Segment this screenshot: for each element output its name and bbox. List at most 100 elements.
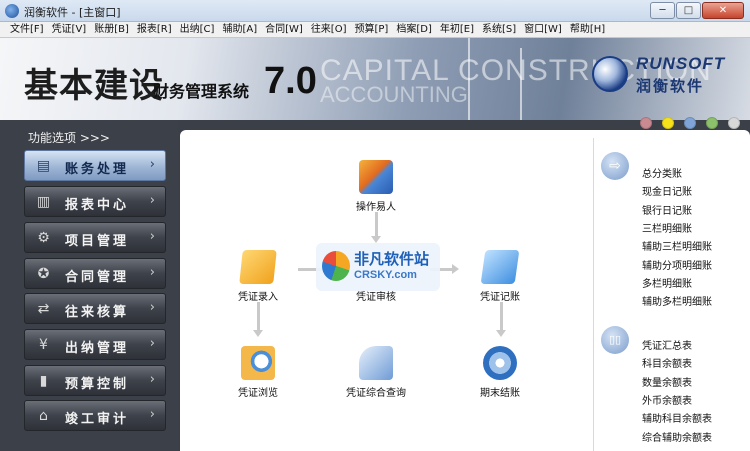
ledger-link[interactable]: 三栏明细账: [642, 220, 692, 235]
flow-voucher-query-label: 凭证综合查询: [346, 388, 406, 399]
flow-voucher-browse-label: 凭证浏览: [238, 388, 278, 399]
chevron-right-icon: ›: [149, 229, 155, 244]
banner: CAPITAL CONSTRUCTION ACCOUNTING 基本建设 财务管…: [0, 38, 750, 120]
flow-arrow-head: [371, 236, 381, 243]
sidebar-item-accounting[interactable]: ▤ 账务处理 ›: [24, 150, 166, 181]
chevron-right-icon: ›: [149, 265, 155, 280]
flow-period-close[interactable]: 期末结账: [460, 346, 540, 399]
flow-voucher-entry[interactable]: 凭证录入: [218, 250, 298, 303]
close-button[interactable]: ✕: [702, 2, 744, 19]
menu-auxiliary[interactable]: 辅助[A]: [218, 22, 261, 37]
menu-year-start[interactable]: 年初[E]: [436, 22, 478, 37]
flow-voucher-post-label: 凭证记账: [480, 292, 520, 303]
sidebar-item-label: 预算控制: [65, 377, 130, 392]
sidebar-item-label: 出纳管理: [65, 341, 130, 356]
sidebar-title: 功能选项 >>>: [28, 131, 110, 145]
menu-accounts[interactable]: 往来[O]: [307, 22, 351, 37]
sidebar: 功能选项 >>> ▤ 账务处理 › ▥ 报表中心 › ⚙ 项目管理 › ✪ 合同…: [0, 120, 178, 451]
theme-dot-pink[interactable]: [640, 117, 652, 129]
flow-voucher-entry-label: 凭证录入: [238, 292, 278, 303]
site-watermark: 非凡软件站 CRSKY.com: [316, 243, 440, 291]
brand-name-cn: 润衡软件: [636, 77, 705, 95]
chevron-right-icon: ›: [149, 407, 155, 422]
report-link[interactable]: 科目余额表: [642, 355, 692, 370]
theme-switcher: [630, 117, 740, 129]
minimize-button[interactable]: ─: [650, 2, 675, 19]
voucher-entry-icon: [239, 250, 277, 284]
report-link[interactable]: 辅助科目余额表: [642, 410, 712, 425]
sidebar-item-label: 项目管理: [65, 234, 130, 249]
flow-arrow-head: [253, 330, 263, 337]
flow-period-close-label: 期末结账: [480, 388, 520, 399]
crsky-logo-icon: [322, 251, 350, 281]
menu-ledger[interactable]: 账册[B]: [90, 22, 133, 37]
chevron-right-icon: ›: [149, 372, 155, 387]
theme-dot-blue[interactable]: [684, 117, 696, 129]
ledger-link[interactable]: 银行日记账: [642, 202, 692, 217]
budget-icon: ▮: [39, 373, 51, 389]
ledger-link[interactable]: 总分类账: [642, 165, 682, 180]
period-close-icon: [483, 346, 517, 380]
flow-arrow: [257, 302, 260, 332]
sidebar-item-budget[interactable]: ▮ 预算控制 ›: [24, 365, 166, 396]
menu-file[interactable]: 文件[F]: [6, 22, 48, 37]
chevron-right-icon: ›: [149, 300, 155, 315]
window-title: 润衡软件 - [主窗口]: [24, 6, 121, 19]
sidebar-item-accounts-receivable[interactable]: ⇄ 往来核算 ›: [24, 293, 166, 324]
report-link[interactable]: 综合辅助余额表: [642, 429, 712, 444]
menu-bar: 文件[F] 凭证[V] 账册[B] 报表[R] 出纳[C] 辅助[A] 合同[W…: [0, 22, 750, 38]
menu-voucher[interactable]: 凭证[V]: [48, 22, 91, 37]
flow-arrow-head: [452, 264, 459, 274]
sidebar-item-project[interactable]: ⚙ 项目管理 ›: [24, 222, 166, 253]
flow-operator[interactable]: 操作易人: [336, 160, 416, 213]
theme-dot-green[interactable]: [706, 117, 718, 129]
ledger-link[interactable]: 辅助分项明细账: [642, 257, 712, 272]
sidebar-item-label: 合同管理: [65, 270, 130, 285]
menu-cashier[interactable]: 出纳[C]: [176, 22, 219, 37]
ledger-link[interactable]: 多栏明细账: [642, 275, 692, 290]
flow-arrow: [375, 212, 378, 238]
theme-dot-gray[interactable]: [728, 117, 740, 129]
theme-dot-yellow[interactable]: [662, 117, 674, 129]
menu-window[interactable]: 窗口[W]: [520, 22, 566, 37]
sidebar-item-label: 账务处理: [65, 162, 130, 177]
report-link[interactable]: 外币余额表: [642, 392, 692, 407]
menu-contract[interactable]: 合同[W]: [261, 22, 307, 37]
operator-icon: [359, 160, 393, 194]
watermark-en: CRSKY.com: [354, 269, 417, 281]
ledger-query-icon: ⇨: [601, 152, 629, 180]
ledger-icon: ▤: [36, 158, 54, 174]
voucher-query-icon: [359, 346, 393, 380]
runsoft-logo-icon: [592, 56, 628, 92]
sidebar-item-contract[interactable]: ✪ 合同管理 ›: [24, 258, 166, 289]
report-link[interactable]: 数量余额表: [642, 374, 692, 389]
sidebar-item-cashier[interactable]: ¥ 出纳管理 ›: [24, 329, 166, 360]
ledger-link[interactable]: 辅助多栏明细账: [642, 293, 712, 308]
flow-arrow-head: [496, 330, 506, 337]
ledger-link[interactable]: 辅助三栏明细账: [642, 238, 712, 253]
main-workspace: 操作易人 凭证录入 凭证审核 凭证记账 凭证浏览 凭证综合查询 期末结账 非凡软…: [180, 130, 750, 451]
flow-voucher-browse[interactable]: 凭证浏览: [218, 346, 298, 399]
voucher-browse-icon: [241, 346, 275, 380]
menu-report[interactable]: 报表[R]: [133, 22, 176, 37]
menu-archive[interactable]: 档案[D]: [392, 22, 436, 37]
window-controls: ─ □ ✕: [649, 2, 744, 19]
ledger-link[interactable]: 现金日记账: [642, 183, 692, 198]
banner-subtitle: 财务管理系统: [153, 82, 250, 101]
home-icon: ⌂: [39, 408, 51, 424]
title-bar: 润衡软件 - [主窗口] ─ □ ✕: [0, 0, 750, 22]
flow-voucher-post[interactable]: 凭证记账: [460, 250, 540, 303]
menu-system[interactable]: 系统[S]: [478, 22, 520, 37]
maximize-button[interactable]: □: [676, 2, 701, 19]
menu-help[interactable]: 帮助[H]: [566, 22, 609, 37]
flow-arrow: [500, 302, 503, 332]
flow-voucher-query[interactable]: 凭证综合查询: [336, 346, 416, 399]
watermark-cn: 非凡软件站: [354, 250, 430, 268]
sidebar-item-audit[interactable]: ⌂ 竣工审计 ›: [24, 400, 166, 431]
report-icon: ▥: [36, 194, 54, 210]
report-link[interactable]: 凭证汇总表: [642, 337, 692, 352]
sidebar-item-report-center[interactable]: ▥ 报表中心 ›: [24, 186, 166, 217]
banner-english-subtitle: ACCOUNTING: [320, 82, 468, 107]
menu-budget[interactable]: 预算[P]: [351, 22, 393, 37]
exchange-icon: ⇄: [37, 301, 53, 317]
